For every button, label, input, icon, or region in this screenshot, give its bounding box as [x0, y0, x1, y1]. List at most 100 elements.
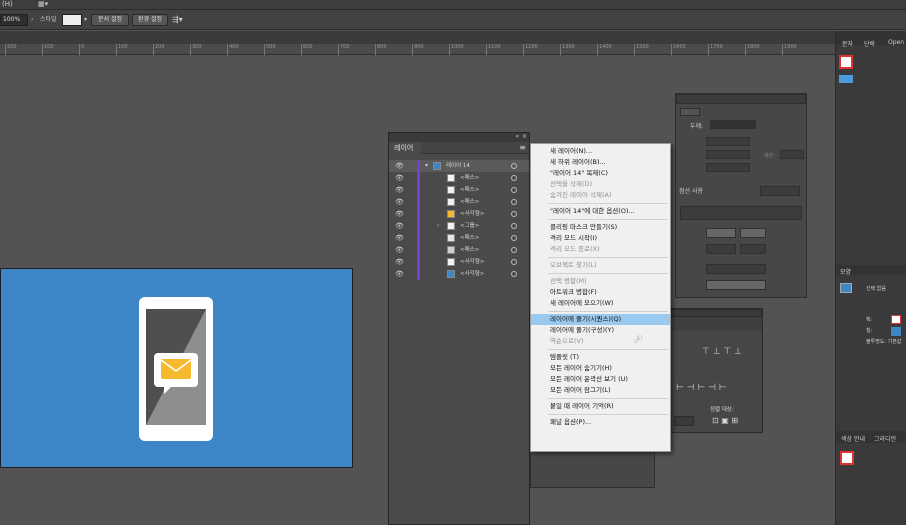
menu-item[interactable]: 패널 옵션(P)...: [531, 417, 670, 428]
visibility-eye-icon[interactable]: 👁: [395, 184, 404, 196]
visibility-eye-icon[interactable]: 👁: [395, 220, 404, 232]
chevron-down-icon[interactable]: ▾: [84, 14, 87, 26]
sublayer-row[interactable]: 👁 <패스>: [389, 232, 529, 244]
document-setup-button[interactable]: 문서 설정: [91, 14, 129, 26]
visibility-eye-icon[interactable]: 👁: [395, 244, 404, 256]
tab-layers[interactable]: 레이어: [389, 142, 421, 154]
zoom-field[interactable]: 100%: [0, 14, 28, 26]
target-circle-icon[interactable]: [511, 247, 517, 253]
appearance-selection: 선택 없음: [866, 286, 886, 292]
control-bar: 100% › 스타일 ▾ 문서 설정 환경 설정 ⇶▾: [0, 10, 906, 30]
sublayer-row[interactable]: 👁 <패스>: [389, 244, 529, 256]
tab-appearance[interactable]: 모양: [840, 267, 851, 276]
visibility-eye-icon[interactable]: 👁: [395, 208, 404, 220]
menu-item[interactable]: 아트워크 병합(F): [531, 287, 670, 298]
sublayer-row[interactable]: 👁 <패스>: [389, 196, 529, 208]
menu-item[interactable]: "레이어 14" 복제(C): [531, 168, 670, 179]
preferences-button[interactable]: 환경 설정: [132, 14, 168, 26]
artboard[interactable]: [0, 268, 353, 468]
target-circle-icon[interactable]: [511, 259, 517, 265]
thickness-field[interactable]: [710, 120, 756, 129]
collapse-icon: «: [515, 133, 519, 140]
color-swatch[interactable]: [839, 75, 853, 83]
color-fill-stroke-icon[interactable]: [840, 451, 854, 465]
visibility-eye-icon[interactable]: 👁: [395, 256, 404, 268]
align-to-icons[interactable]: ⊡ ▣ ⊞: [712, 416, 738, 425]
target-circle-icon[interactable]: [511, 271, 517, 277]
menu-separator: [548, 257, 668, 258]
layer-thumbnail: [447, 270, 455, 278]
sublayer-row[interactable]: 👁 <사각형>: [389, 208, 529, 220]
ruler-tick: 600: [301, 44, 313, 55]
fill-stroke-swatch[interactable]: [839, 55, 853, 69]
menu-item[interactable]: 격리 모드 시작(I): [531, 233, 670, 244]
menu-item[interactable]: 클리핑 마스크 만들기(S): [531, 222, 670, 233]
appearance-thumbnail: [840, 283, 852, 293]
background-panel: [530, 450, 655, 488]
target-circle-icon[interactable]: [511, 187, 517, 193]
visibility-eye-icon[interactable]: 👁: [395, 268, 404, 280]
ruler-tick: 1800: [745, 44, 760, 55]
menu-item: 숨겨진 레이어 삭제(A): [550, 191, 612, 199]
menu-item[interactable]: 새 하위 레이어(B)...: [531, 157, 670, 168]
layer-name: <사각형>: [460, 271, 485, 277]
ruler-tick: 500: [264, 44, 276, 55]
menu-item[interactable]: 템플릿 (T): [531, 352, 670, 363]
sublayer-row[interactable]: 👁 <패스>: [389, 184, 529, 196]
menu-item[interactable]: 새 레이어에 모으기(W): [531, 298, 670, 309]
menu-item[interactable]: 새 레이어(N)...: [531, 146, 670, 157]
layer-name: <패스>: [460, 235, 480, 241]
target-circle-icon[interactable]: [511, 163, 517, 169]
target-circle-icon[interactable]: [511, 235, 517, 241]
ruler-tick: 100: [116, 44, 128, 55]
layer-name: <패스>: [460, 247, 480, 253]
tab-gradient[interactable]: 그라디언: [874, 434, 896, 443]
menu-item[interactable]: "레이어 14"에 대한 옵션(O)...: [531, 206, 670, 217]
sublayer-row[interactable]: 👁 <사각형>: [389, 268, 529, 280]
layers-context-menu: 새 레이어(N)... 새 하위 레이어(B)... "레이어 14" 복제(C) 선…: [530, 143, 671, 452]
phone-illustration[interactable]: [1, 269, 354, 469]
help-menu[interactable]: (H): [2, 0, 13, 8]
ruler-tick: 900: [412, 44, 424, 55]
menu-item[interactable]: 붙일 때 레이어 기억(R): [531, 401, 670, 412]
visibility-eye-icon[interactable]: 👁: [395, 160, 404, 172]
tab-color-guide[interactable]: 색상 안내: [841, 434, 865, 443]
menu-separator: [548, 349, 668, 350]
chevron-right-icon[interactable]: ›: [437, 220, 439, 232]
align-icons-top[interactable]: ⊤ ⊥ ⊤ ⊥: [702, 347, 742, 357]
layers-panel-header[interactable]: « ×: [389, 133, 529, 142]
menu-item[interactable]: 모든 레이어 윤곽선 보기 (U): [531, 374, 670, 385]
visibility-eye-icon[interactable]: 👁: [395, 172, 404, 184]
distribute-icons[interactable]: ⊢ ⊣ ⊢ ⊣ ⊢: [676, 383, 727, 393]
target-circle-icon[interactable]: [511, 211, 517, 217]
menu-item: 역순으로(V): [550, 337, 584, 345]
visibility-eye-icon[interactable]: 👁: [395, 196, 404, 208]
menu-item[interactable]: 모든 레이어 숨기기(H): [531, 363, 670, 374]
tab-character[interactable]: 문자: [842, 39, 853, 48]
tab-opentype[interactable]: Open: [888, 39, 904, 46]
sublayer-row[interactable]: 👁 <사각형>: [389, 256, 529, 268]
tab-paragraph[interactable]: 단락: [864, 39, 875, 48]
sublayer-row[interactable]: 👁 › <그룹>: [389, 220, 529, 232]
appearance-opacity[interactable]: 불투명도: 기본값: [866, 337, 906, 347]
dashed-line-checkbox[interactable]: 점선 사용: [679, 186, 703, 195]
chevron-right-icon[interactable]: ›: [31, 14, 33, 26]
workspace-switcher-icon[interactable]: ▦▾: [38, 0, 48, 8]
chevron-down-icon[interactable]: ▾: [425, 160, 428, 172]
style-swatch[interactable]: [62, 14, 82, 26]
target-circle-icon[interactable]: [511, 175, 517, 181]
target-circle-icon[interactable]: [511, 199, 517, 205]
visibility-eye-icon[interactable]: 👁: [395, 232, 404, 244]
menu-item[interactable]: 레이어에 풀기(시퀀스)(Q): [531, 314, 670, 325]
menu-separator: [548, 203, 668, 204]
sublayer-row[interactable]: 👁 <패스>: [389, 172, 529, 184]
menu-bar: (H) ▦▾: [0, 0, 906, 10]
ruler-tick: 400: [227, 44, 239, 55]
target-circle-icon[interactable]: [511, 223, 517, 229]
layer-row[interactable]: 👁 ▾ 레이어 14: [389, 160, 529, 172]
thickness-label: 두께:: [690, 123, 704, 130]
panel-menu-icon[interactable]: ≡: [519, 143, 526, 152]
arrange-icon[interactable]: ⇶▾: [172, 14, 183, 26]
menu-item[interactable]: 모든 레이어 잠그기(L): [531, 385, 670, 396]
menu-item[interactable]: 레이어에 풀기(구성)(Y): [531, 325, 670, 336]
